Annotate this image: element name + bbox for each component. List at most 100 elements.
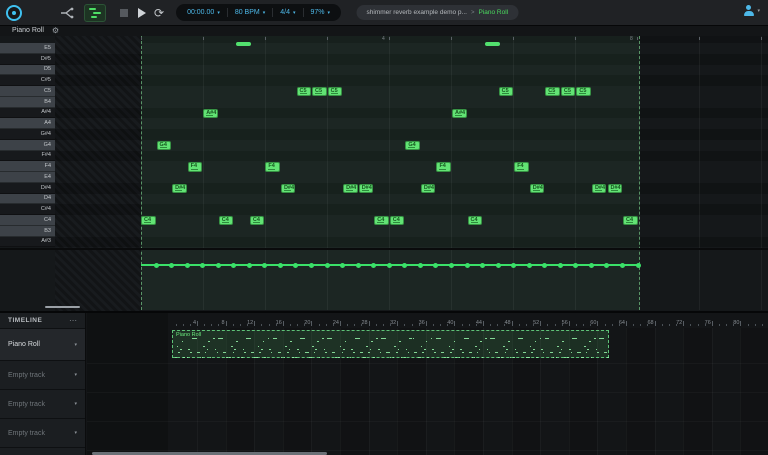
velocity-dot[interactable] [542,263,547,268]
piano-key-F#4[interactable]: F#4 [0,151,55,162]
split-tool-icon[interactable] [60,3,74,23]
piano-key-G4[interactable]: G4 [0,140,55,151]
piano-key-A#3[interactable]: A#3 [0,237,55,248]
velocity-dot[interactable] [496,263,501,268]
midi-note[interactable]: C4 [623,216,638,225]
midi-note[interactable]: A#4 [452,109,467,118]
piano-key-C5[interactable]: C5 [0,86,55,97]
velocity-dot[interactable] [231,263,236,268]
user-menu[interactable]: ▾ [743,5,760,16]
chevron-down-icon[interactable]: ▾ [74,401,77,407]
play-button[interactable] [138,3,146,23]
velocity-dot[interactable] [527,263,532,268]
time-display[interactable]: 00:00.00▾ [180,9,227,16]
velocity-dot[interactable] [573,263,578,268]
midi-note[interactable]: A#4 [203,109,218,118]
loop-button[interactable]: ⟳ [154,3,164,23]
velocity-dot[interactable] [200,263,205,268]
track-empty-track[interactable]: Empty track▾ [0,419,85,448]
velocity-dot[interactable] [558,263,563,268]
piano-key-A4[interactable]: A4 [0,118,55,129]
velocity-dot[interactable] [449,263,454,268]
midi-note[interactable]: C4 [250,216,265,225]
zoom-display[interactable]: 97%▾ [304,9,338,16]
midi-note[interactable]: G4 [157,141,172,150]
piano-key-E4[interactable]: E4 [0,172,55,183]
velocity-dot[interactable] [620,263,625,268]
piano-key-G#4[interactable]: G#4 [0,129,55,140]
piano-key-F4[interactable]: F4 [0,161,55,172]
stop-button[interactable] [120,3,128,23]
midi-note[interactable]: C4 [374,216,389,225]
velocity-dot[interactable] [262,263,267,268]
track-piano-roll[interactable]: Piano Roll▾ [0,329,85,361]
piano-key-D5[interactable]: D5 [0,65,55,76]
piano-roll-scrollbar[interactable] [45,306,80,308]
midi-note[interactable]: D#4 [172,184,187,193]
piano-key-D#4[interactable]: D#4 [0,183,55,194]
ruler-loop-marker[interactable] [236,42,251,46]
midi-note[interactable]: F4 [514,162,529,171]
velocity-dot[interactable] [340,263,345,268]
velocity-dot[interactable] [278,263,283,268]
timeline-clip-piano-roll[interactable]: Piano Roll [172,330,609,358]
time-signature-display[interactable]: 4/4▾ [273,9,302,16]
midi-note[interactable]: C5 [312,87,327,96]
midi-note[interactable]: D#4 [592,184,607,193]
piano-key-C4[interactable]: C4 [0,215,55,226]
midi-note[interactable]: D#4 [359,184,374,193]
midi-note[interactable]: F4 [188,162,203,171]
midi-note[interactable]: F4 [436,162,451,171]
chevron-down-icon[interactable]: ▾ [74,372,77,378]
piano-key-E5[interactable]: E5 [0,43,55,54]
more-options-icon[interactable]: ⋯ [69,318,77,324]
piano-key-B3[interactable]: B3 [0,226,55,237]
piano-key-C#5[interactable]: C#5 [0,75,55,86]
midi-note[interactable]: C5 [297,87,312,96]
velocity-dot[interactable] [309,263,314,268]
midi-note[interactable]: C4 [390,216,405,225]
midi-note[interactable]: C5 [576,87,591,96]
velocity-dot[interactable] [371,263,376,268]
gear-icon[interactable]: ⚙ [52,26,59,36]
piano-key-B4[interactable]: B4 [0,97,55,108]
velocity-dot[interactable] [636,263,641,268]
velocity-dot[interactable] [480,263,485,268]
piano-key-A#4[interactable]: A#4 [0,108,55,119]
midi-note[interactable]: C4 [468,216,483,225]
chevron-down-icon[interactable]: ▾ [74,430,77,436]
piano-roll-tool-button[interactable] [84,4,106,22]
midi-note[interactable]: F4 [265,162,280,171]
midi-note[interactable]: D#4 [421,184,436,193]
midi-note[interactable]: C5 [499,87,514,96]
menu-icon[interactable] [32,3,46,23]
midi-note[interactable]: G4 [405,141,420,150]
velocity-dot[interactable] [433,263,438,268]
midi-note[interactable]: D#4 [281,184,296,193]
chevron-down-icon[interactable]: ▾ [74,342,77,348]
midi-note[interactable]: D#4 [608,184,623,193]
piano-key-C#4[interactable]: C#4 [0,204,55,215]
timeline-lanes[interactable]: 48121620242832364044485256606468727680 P… [87,313,768,455]
bpm-display[interactable]: 80 BPM▾ [228,9,272,16]
track-empty-track[interactable]: Empty track▾ [0,361,85,390]
ruler-loop-marker[interactable] [485,42,500,46]
velocity-dot[interactable] [247,263,252,268]
midi-note[interactable]: D#4 [530,184,545,193]
midi-note[interactable]: C5 [328,87,343,96]
velocity-dot[interactable] [154,263,159,268]
velocity-dot[interactable] [511,263,516,268]
velocity-dot[interactable] [387,263,392,268]
midi-note[interactable]: D#4 [343,184,358,193]
velocity-dot[interactable] [216,263,221,268]
midi-note[interactable]: C5 [561,87,576,96]
breadcrumb[interactable]: shimmer reverb example demo p... > Piano… [357,5,519,20]
midi-note[interactable]: C4 [219,216,234,225]
velocity-dot[interactable] [589,263,594,268]
velocity-dot[interactable] [465,263,470,268]
velocity-dot[interactable] [185,263,190,268]
velocity-dot[interactable] [325,263,330,268]
velocity-dot[interactable] [356,263,361,268]
velocity-dot[interactable] [402,263,407,268]
midi-note[interactable]: C5 [545,87,560,96]
